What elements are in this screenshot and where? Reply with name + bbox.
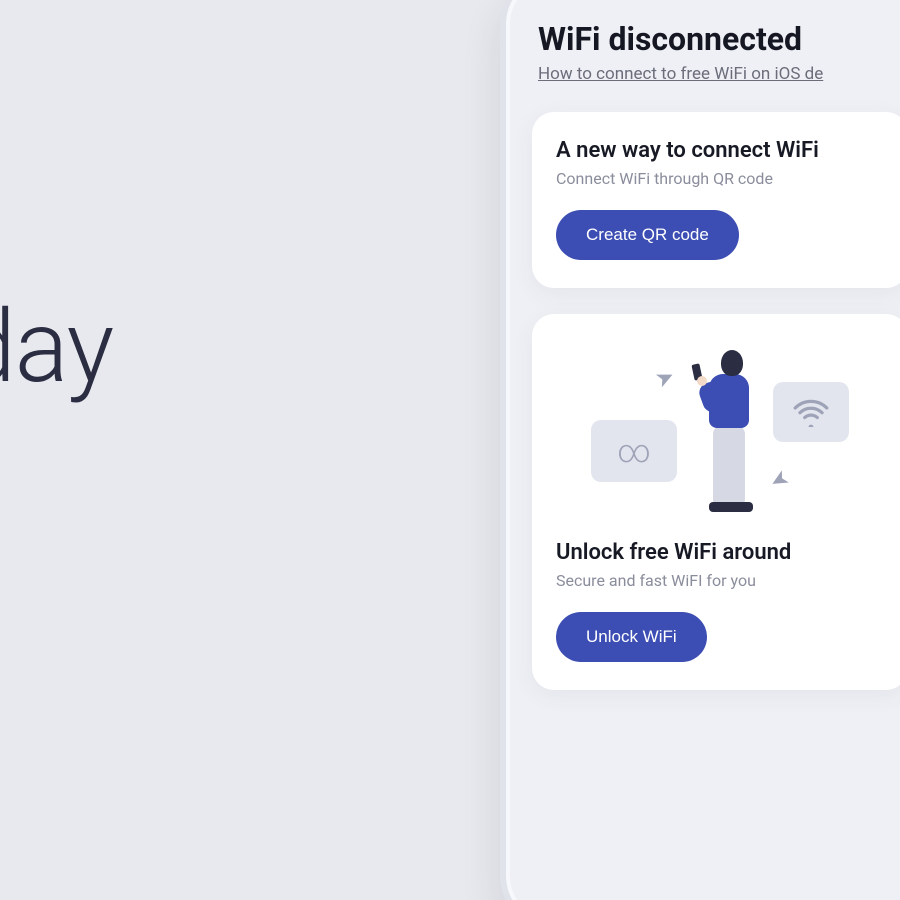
unlock-wifi-card: ∞ ➤ ➤ Unlock free W <box>532 314 900 690</box>
person-illustration <box>695 346 755 516</box>
unlock-card-title: Unlock free WiFi around <box>556 540 884 565</box>
help-link[interactable]: How to connect to free WiFi on iOS de <box>538 64 823 84</box>
arrow-icon: ➤ <box>652 363 679 393</box>
hero-line-2: Fi <box>0 405 113 520</box>
unlock-card-subtitle: Secure and fast WiFI for you <box>556 571 884 590</box>
wifi-icon <box>773 382 849 442</box>
unlock-wifi-button[interactable]: Unlock WiFi <box>556 612 707 662</box>
hero-line-1: eryday <box>0 290 113 405</box>
qr-card-title: A new way to connect WiFi <box>556 138 884 163</box>
create-qr-button[interactable]: Create QR code <box>556 210 739 260</box>
unlock-illustration: ∞ ➤ ➤ <box>556 346 884 516</box>
arrow-icon: ➤ <box>765 464 793 495</box>
page-title: WiFi disconnected <box>538 20 900 58</box>
phone-mockup: WiFi disconnected How to connect to free… <box>510 0 900 900</box>
infinity-icon: ∞ <box>591 420 677 482</box>
qr-card-subtitle: Connect WiFi through QR code <box>556 169 884 188</box>
qr-connect-card: A new way to connect WiFi Connect WiFi t… <box>532 112 900 288</box>
marketing-headline: eryday Fi <box>0 290 113 520</box>
